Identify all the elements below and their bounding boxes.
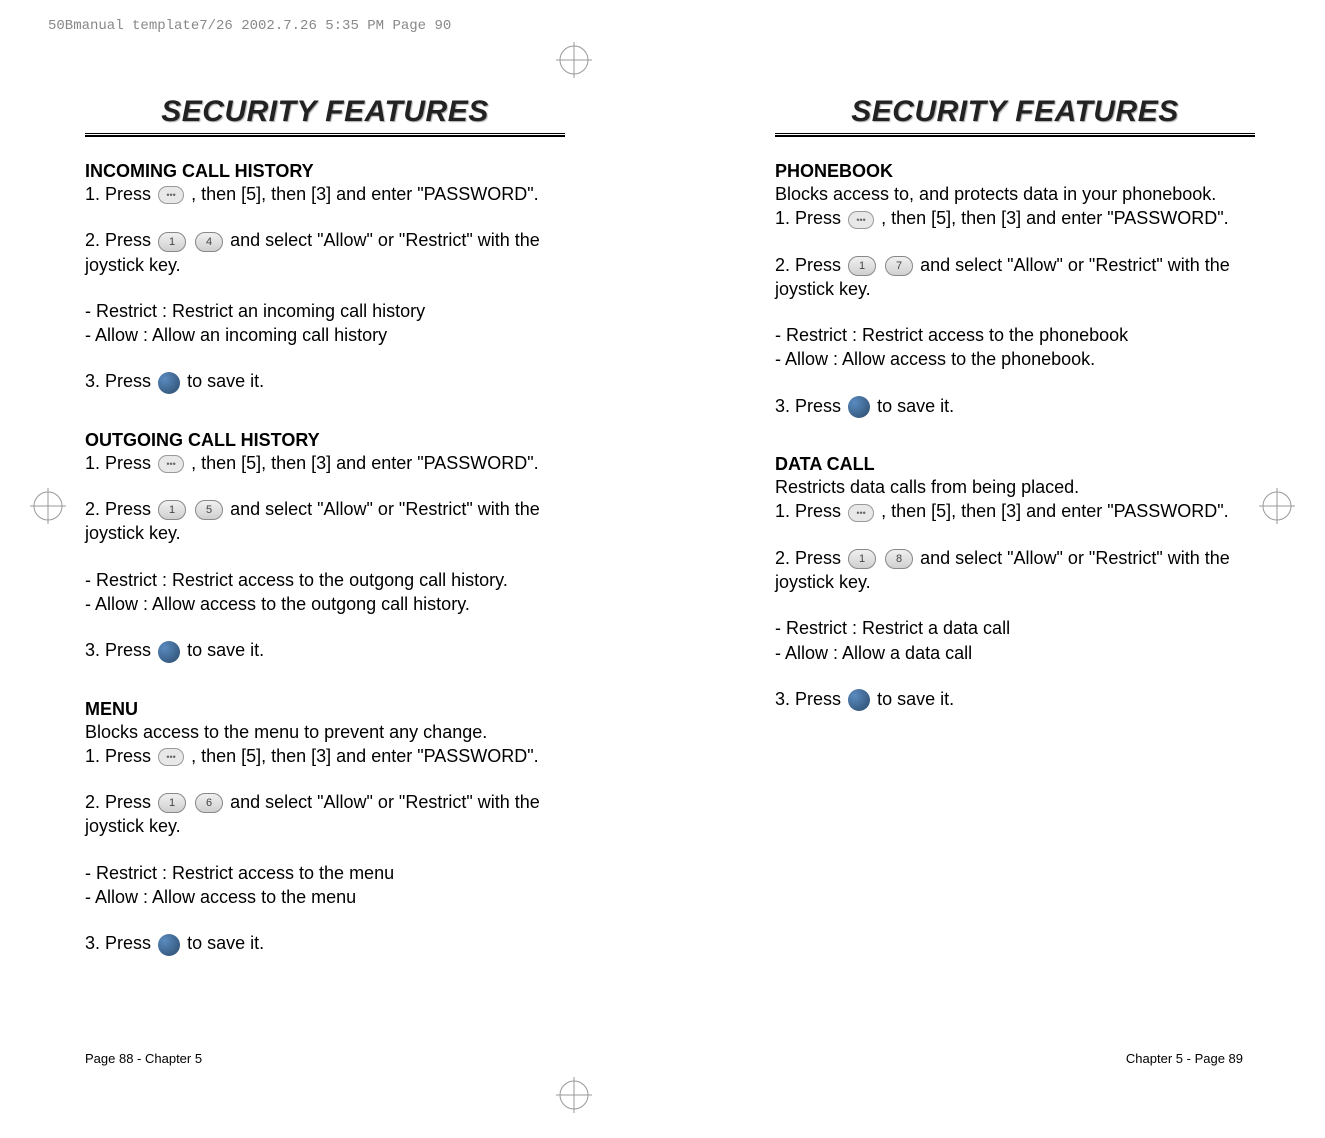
outgoing-step2: 2. Press 1 5 and select "Allow" or "Rest… [85,497,565,546]
crop-mark-right-icon [1259,488,1295,529]
left-page: SECURITY FEATURES INCOMING CALL HISTORY … [85,95,565,956]
datacall-restrict: - Restrict : Restrict a data call [775,616,1255,640]
menu-desc: Blocks access to the menu to prevent any… [85,720,565,744]
key-8-icon: 8 [885,549,913,569]
heading-menu: MENU [85,699,565,720]
outgoing-allow: - Allow : Allow access to the outgong ca… [85,592,565,616]
ok-key-icon [158,934,180,956]
key-6-icon: 6 [195,793,223,813]
key-1-icon: 1 [848,256,876,276]
key-1-icon: 1 [848,549,876,569]
menu-restrict: - Restrict : Restrict access to the menu [85,861,565,885]
datacall-step2: 2. Press 1 8 and select "Allow" or "Rest… [775,546,1255,595]
datacall-step3: 3. Press to save it. [775,687,1255,711]
phonebook-step3: 3. Press to save it. [775,394,1255,418]
incoming-step3: 3. Press to save it. [85,369,565,393]
heading-incoming-call: INCOMING CALL HISTORY [85,161,565,182]
datacall-step1: 1. Press ••• , then [5], then [3] and en… [775,499,1255,523]
page-title-right: SECURITY FEATURES [775,95,1255,129]
heading-outgoing-call: OUTGOING CALL HISTORY [85,430,565,451]
phonebook-desc: Blocks access to, and protects data in y… [775,182,1255,206]
menu-key-icon: ••• [848,211,874,229]
outgoing-restrict: - Restrict : Restrict access to the outg… [85,568,565,592]
page-title-left: SECURITY FEATURES [85,95,565,129]
incoming-step2: 2. Press 1 4 and select "Allow" or "Rest… [85,228,565,277]
title-underline [775,133,1255,137]
incoming-step1: 1. Press ••• , then [5], then [3] and en… [85,182,565,206]
menu-key-icon: ••• [158,186,184,204]
incoming-allow: - Allow : Allow an incoming call history [85,323,565,347]
key-1-icon: 1 [158,232,186,252]
ok-key-icon [158,641,180,663]
incoming-restrict: - Restrict : Restrict an incoming call h… [85,299,565,323]
page-header-metadata: 50Bmanual template7/26 2002.7.26 5:35 PM… [48,18,451,34]
footer-left-page-number: Page 88 - Chapter 5 [85,1051,202,1066]
ok-key-icon [848,396,870,418]
key-7-icon: 7 [885,256,913,276]
menu-key-icon: ••• [158,748,184,766]
phonebook-step1: 1. Press ••• , then [5], then [3] and en… [775,206,1255,230]
outgoing-step3: 3. Press to save it. [85,638,565,662]
key-4-icon: 4 [195,232,223,252]
ok-key-icon [848,689,870,711]
phonebook-step2: 2. Press 1 7 and select "Allow" or "Rest… [775,253,1255,302]
right-page: SECURITY FEATURES PHONEBOOK Blocks acces… [775,95,1255,956]
menu-allow: - Allow : Allow access to the menu [85,885,565,909]
outgoing-step1: 1. Press ••• , then [5], then [3] and en… [85,451,565,475]
heading-phonebook: PHONEBOOK [775,161,1255,182]
footer-right-page-number: Chapter 5 - Page 89 [1126,1051,1243,1066]
datacall-allow: - Allow : Allow a data call [775,641,1255,665]
phonebook-allow: - Allow : Allow access to the phonebook. [775,347,1255,371]
phonebook-restrict: - Restrict : Restrict access to the phon… [775,323,1255,347]
crop-mark-left-icon [30,488,66,529]
page-spread: SECURITY FEATURES INCOMING CALL HISTORY … [85,95,1255,956]
crop-mark-top-icon [556,42,592,83]
ok-key-icon [158,372,180,394]
crop-mark-bottom-icon [556,1077,592,1118]
menu-step3: 3. Press to save it. [85,931,565,955]
key-1-icon: 1 [158,500,186,520]
title-underline [85,133,565,137]
key-1-icon: 1 [158,793,186,813]
menu-step1: 1. Press ••• , then [5], then [3] and en… [85,744,565,768]
menu-key-icon: ••• [848,504,874,522]
heading-data-call: DATA CALL [775,454,1255,475]
datacall-desc: Restricts data calls from being placed. [775,475,1255,499]
menu-key-icon: ••• [158,455,184,473]
key-5-icon: 5 [195,500,223,520]
menu-step2: 2. Press 1 6 and select "Allow" or "Rest… [85,790,565,839]
